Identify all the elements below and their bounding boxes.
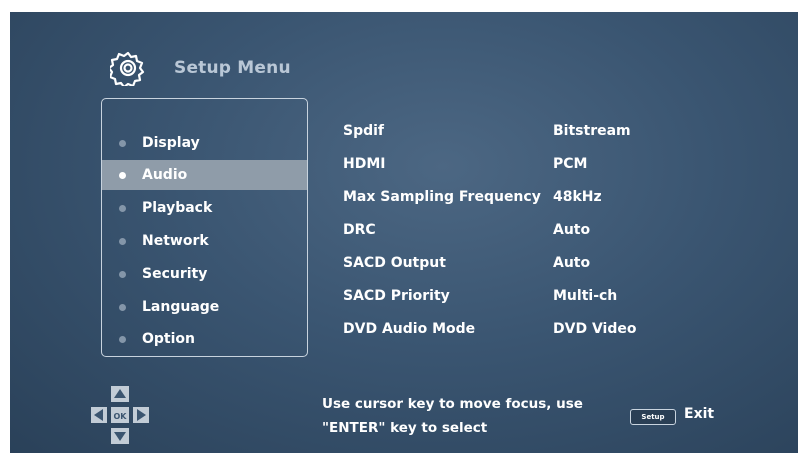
- exit-label[interactable]: Exit: [684, 406, 714, 422]
- setting-value: 48kHz: [553, 189, 602, 205]
- setting-row-hdmi[interactable]: HDMI PCM: [343, 149, 783, 179]
- gear-icon: [110, 51, 145, 86]
- page-title: Setup Menu: [174, 58, 291, 78]
- menu-item-label: Audio: [142, 167, 188, 183]
- menu-item-label: Security: [142, 266, 208, 282]
- menu-item-label: Option: [142, 331, 195, 347]
- setting-value: Auto: [553, 222, 591, 238]
- setting-label: Spdif: [343, 123, 385, 139]
- setting-label: DVD Audio Mode: [343, 321, 476, 337]
- menu-item-audio[interactable]: Audio: [102, 160, 307, 190]
- setting-row-spdif[interactable]: Spdif Bitstream: [343, 116, 783, 146]
- setting-row-sacd-priority[interactable]: SACD Priority Multi-ch: [343, 281, 783, 311]
- setting-row-drc[interactable]: DRC Auto: [343, 215, 783, 245]
- bullet-icon: [119, 335, 126, 343]
- help-text: Use cursor key to move focus, use "ENTER…: [322, 392, 602, 440]
- bullet-icon: [119, 139, 126, 147]
- setting-value: DVD Video: [553, 321, 637, 337]
- dpad-ok-label: OK: [114, 412, 128, 421]
- setting-label: DRC: [343, 222, 376, 238]
- menu-item-label: Network: [142, 233, 209, 249]
- setting-value: Multi-ch: [553, 288, 618, 304]
- bullet-icon: [119, 303, 126, 311]
- setting-label: SACD Priority: [343, 288, 450, 304]
- bullet-icon: [119, 237, 126, 245]
- setting-row-dvd-audio-mode[interactable]: DVD Audio Mode DVD Video: [343, 314, 783, 344]
- dpad-icon: OK: [91, 386, 149, 444]
- setting-row-max-sampling-frequency[interactable]: Max Sampling Frequency 48kHz: [343, 182, 783, 212]
- menu-item-network[interactable]: Network: [102, 226, 307, 256]
- setting-label: HDMI: [343, 156, 386, 172]
- setup-header: Setup Menu: [110, 48, 291, 88]
- setup-screen: Setup Menu Display Audio Playback Networ…: [10, 12, 798, 453]
- setting-row-sacd-output[interactable]: SACD Output Auto: [343, 248, 783, 278]
- menu-item-playback[interactable]: Playback: [102, 193, 307, 223]
- setting-value: Bitstream: [553, 123, 631, 139]
- setting-label: Max Sampling Frequency: [343, 189, 541, 205]
- bullet-icon: [119, 204, 126, 212]
- setting-value: PCM: [553, 156, 588, 172]
- setup-key-label: Setup: [641, 413, 665, 421]
- menu-item-label: Display: [142, 135, 200, 151]
- category-menu: Display Audio Playback Network Security …: [101, 98, 308, 357]
- menu-item-language[interactable]: Language: [102, 292, 307, 322]
- menu-item-label: Language: [142, 299, 220, 315]
- menu-item-display[interactable]: Display: [102, 128, 307, 158]
- help-text-line-1: Use cursor key to move focus, use: [322, 396, 583, 412]
- setup-key-button[interactable]: Setup: [630, 409, 676, 425]
- bullet-icon: [119, 270, 126, 278]
- setting-label: SACD Output: [343, 255, 446, 271]
- setting-value: Auto: [553, 255, 591, 271]
- bullet-icon: [119, 171, 126, 179]
- menu-item-label: Playback: [142, 200, 213, 216]
- menu-item-security[interactable]: Security: [102, 259, 307, 289]
- menu-item-option[interactable]: Option: [102, 324, 307, 354]
- help-text-line-2: "ENTER" key to select: [322, 420, 488, 436]
